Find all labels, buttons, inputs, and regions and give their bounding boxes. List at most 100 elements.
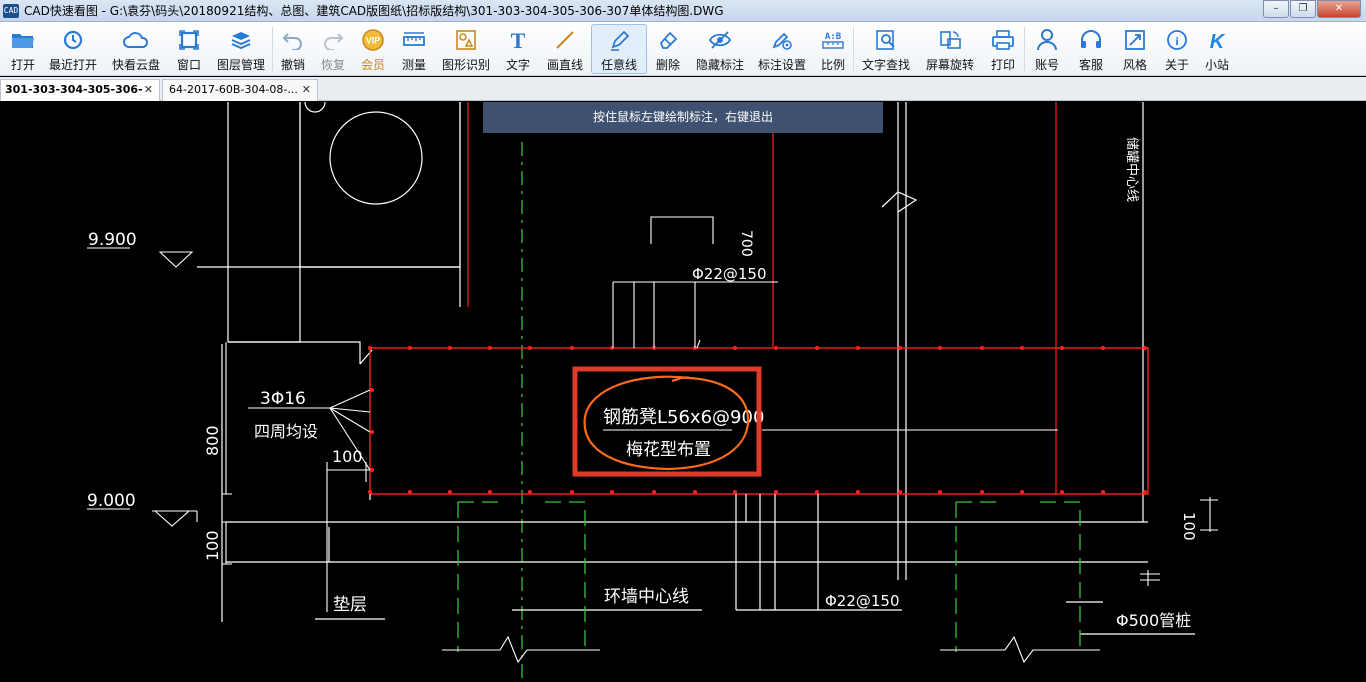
customer-service-label: 客服 (1078, 58, 1103, 72)
text-label: 文字 (505, 58, 530, 72)
dim-700: 700 (738, 230, 754, 257)
dim-100-bottom: 100 (203, 530, 222, 561)
undo-icon (280, 27, 306, 53)
shape-recognize-button[interactable]: 图形识别 (435, 24, 497, 74)
vip-label: 会员 (360, 58, 385, 72)
text-search-label: 文字查找 (861, 58, 910, 72)
text-button[interactable]: T 文字 (497, 24, 539, 74)
drawing-canvas[interactable]: 9.900 9.000 Φ22@150 700 3Φ16 四周均设 100 80… (0, 102, 1366, 682)
elevation-9000: 9.000 (87, 491, 136, 511)
shape-recognize-label: 图形识别 (441, 58, 490, 72)
window-label: 窗口 (176, 58, 201, 72)
measure-label: 测量 (401, 58, 426, 72)
text-search-button[interactable]: 文字查找 (854, 24, 918, 74)
title-bar: CAD CAD快速看图 - G:\袁芬\码头\20180921结构、总图、建筑C… (0, 0, 1366, 22)
tab-label: 301-303-304-305-306- (5, 83, 143, 96)
tab-label: 64-2017-60B-304-08-... (169, 83, 298, 96)
drawing-hint-banner: 按住鼠标左键绘制标注，右键退出 (483, 102, 883, 133)
rotate-screen-button[interactable]: 屏幕旋转 (918, 24, 982, 74)
recent-open-label: 最近打开 (48, 58, 97, 72)
shape-recognize-icon (453, 27, 479, 53)
open-folder-icon (10, 27, 36, 53)
style-label: 风格 (1122, 58, 1147, 72)
window-button[interactable]: 窗口 (168, 24, 210, 74)
cloud-icon (123, 27, 149, 53)
ruler-icon (401, 27, 427, 53)
account-button[interactable]: 账号 (1025, 24, 1069, 74)
headset-icon (1078, 27, 1104, 53)
undo-button[interactable]: 撤销 (273, 24, 313, 74)
dim-100-right: 100 (1180, 512, 1198, 541)
cloud-disk-label: 快看云盘 (111, 58, 160, 72)
minimize-button[interactable]: – (1263, 0, 1289, 18)
mini-site-button[interactable]: K 小站 (1197, 24, 1237, 74)
print-button[interactable]: 打印 (982, 24, 1024, 74)
scale-icon: A:B (820, 27, 846, 53)
document-tab-bar: 301-303-304-305-306- ✕ 64-2017-60B-304-0… (0, 77, 1366, 101)
measure-button[interactable]: 测量 (393, 24, 435, 74)
tab-other-drawing[interactable]: 64-2017-60B-304-08-... ✕ (162, 79, 318, 101)
recent-clock-icon (60, 27, 86, 53)
dim-100-left: 100 (332, 447, 363, 466)
rebar-spec-bottom: Φ22@150 (825, 592, 900, 610)
cushion-layer-label: 垫层 (333, 595, 367, 615)
redo-button[interactable]: 恢复 (313, 24, 353, 74)
annotation-rebar-stool: 钢筋凳L56x6@900 (603, 407, 764, 428)
cloud-disk-button[interactable]: 快看云盘 (104, 24, 168, 74)
close-button[interactable]: ✕ (1317, 0, 1361, 18)
annotation-layout: 梅花型布置 (626, 440, 711, 460)
annotation-settings-label: 标注设置 (757, 58, 806, 72)
delete-button[interactable]: 删除 (647, 24, 689, 74)
tab-close-icon[interactable]: ✕ (144, 80, 153, 100)
freehand-line-label: 任意线 (600, 58, 637, 72)
k-logo-icon: K (1204, 27, 1230, 53)
redo-label: 恢复 (320, 58, 345, 72)
wall-centerline-label: 环墙中心线 (604, 587, 689, 607)
draw-line-button[interactable]: 画直线 (539, 24, 591, 74)
line-icon (552, 27, 578, 53)
hide-annotation-label: 隐藏标注 (695, 58, 744, 72)
dim-800: 800 (203, 425, 222, 456)
maximize-button[interactable]: ❐ (1290, 0, 1316, 18)
open-button[interactable]: 打开 (4, 24, 42, 74)
layer-manage-button[interactable]: 图层管理 (210, 24, 272, 74)
rebar-spec-top: Φ22@150 (692, 265, 767, 283)
delete-label: 删除 (655, 58, 680, 72)
vip-icon: VIP (360, 27, 386, 53)
about-label: 关于 (1164, 58, 1189, 72)
hide-annotation-button[interactable]: 隐藏标注 (689, 24, 751, 74)
scale-button[interactable]: A:B 比例 (813, 24, 853, 74)
bars-count: 3Φ16 (260, 389, 306, 409)
rotate-screen-icon (937, 27, 963, 53)
scale-label: 比例 (820, 58, 845, 72)
info-icon-glyph: i (1175, 34, 1179, 48)
print-label: 打印 (990, 58, 1015, 72)
tank-centerline-label: 储罐中心线 (1124, 137, 1139, 202)
pen-icon (606, 28, 632, 53)
tab-close-icon[interactable]: ✕ (302, 80, 311, 100)
annotation-settings-button[interactable]: 标注设置 (751, 24, 813, 74)
style-icon (1122, 27, 1148, 53)
layer-manage-label: 图层管理 (216, 58, 265, 72)
app-logo-icon: CAD (3, 3, 19, 18)
printer-icon (990, 27, 1016, 53)
k-logo-glyph: K (1210, 31, 1226, 51)
main-toolbar: 打开 最近打开 快看云盘 窗口 图层管理 撤销 恢复 VIP 会员 测量 图形识… (0, 22, 1366, 76)
about-button[interactable]: i 关于 (1157, 24, 1197, 74)
window-title: CAD快速看图 - G:\袁芬\码头\20180921结构、总图、建筑CAD版图… (24, 4, 724, 18)
text-search-icon (873, 27, 899, 53)
style-button[interactable]: 风格 (1113, 24, 1157, 74)
bars-note: 四周均设 (254, 422, 318, 441)
window-controls: – ❐ ✕ (1262, 0, 1361, 18)
redo-icon (320, 27, 346, 53)
tab-current-drawing[interactable]: 301-303-304-305-306- ✕ (0, 79, 160, 101)
cad-drawing: 9.900 9.000 Φ22@150 700 3Φ16 四周均设 100 80… (87, 102, 1218, 682)
eye-hide-icon (707, 27, 733, 53)
vip-button[interactable]: VIP 会员 (353, 24, 393, 74)
customer-service-button[interactable]: 客服 (1069, 24, 1113, 74)
freehand-line-button[interactable]: 任意线 (591, 24, 647, 74)
layers-icon (228, 27, 254, 53)
info-icon: i (1164, 27, 1190, 53)
eraser-icon (655, 27, 681, 53)
recent-open-button[interactable]: 最近打开 (42, 24, 104, 74)
